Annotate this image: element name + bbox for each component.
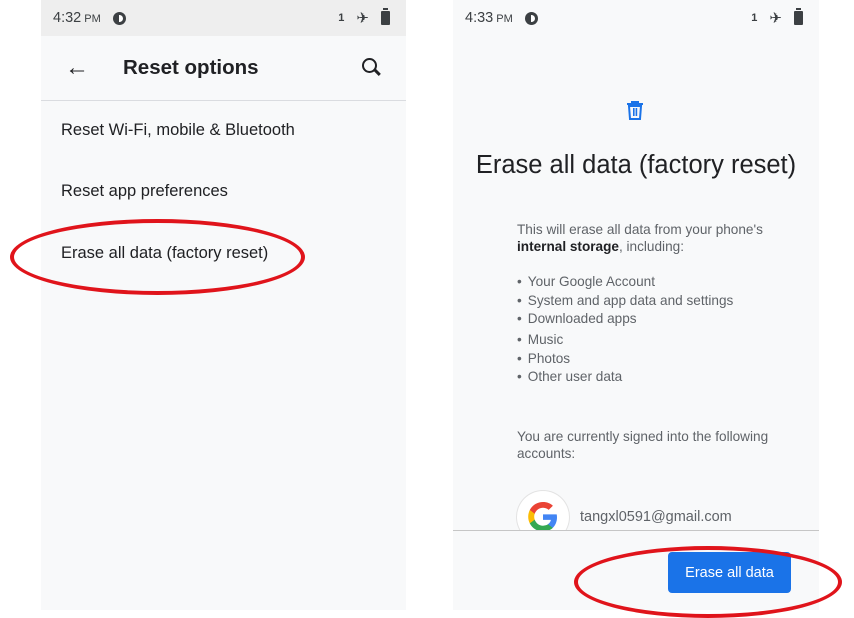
signed-in-notice: You are currently signed into the follow… — [517, 429, 769, 461]
menu-item-reset-app-preferences[interactable]: Reset app preferences — [61, 182, 228, 201]
erase-all-data-screen: 4:33 PM 1 ✈ Erase all data (factory reset… — [453, 0, 819, 610]
arrow-back-icon[interactable]: ← — [65, 54, 89, 82]
airplane-icon: ✈ — [356, 10, 369, 27]
page-title: Erase all data (factory reset) — [475, 151, 797, 179]
menu-item-erase-all-data[interactable]: Erase all data (factory reset) — [61, 244, 268, 263]
sim-indicator: 1 — [751, 12, 758, 24]
list-item: Music — [517, 331, 622, 350]
account-email: tangxl0591@gmail.com — [580, 509, 732, 525]
trash-icon — [627, 101, 643, 120]
status-bar: 4:32 PM 1 ✈ — [41, 0, 406, 36]
battery-icon — [381, 8, 390, 25]
battery-icon — [794, 8, 803, 25]
sim-indicator: 1 — [338, 12, 345, 24]
menu-item-reset-network[interactable]: Reset Wi-Fi, mobile & Bluetooth — [61, 121, 295, 140]
status-bar: 4:33 PM 1 ✈ — [453, 0, 819, 36]
list-item: Downloaded apps — [517, 310, 733, 329]
dnd-icon — [524, 11, 538, 25]
list-item: Photos — [517, 350, 622, 369]
reset-options-screen: 4:32 PM 1 ✈ ← Reset options Reset Wi-Fi, … — [41, 0, 406, 610]
status-time: 4:33 PM — [465, 10, 513, 26]
list-item: System and app data and settings — [517, 292, 734, 311]
search-icon[interactable] — [362, 58, 382, 78]
airplane-icon: ✈ — [769, 10, 782, 27]
erase-all-data-button[interactable]: Erase all data — [668, 552, 791, 593]
erase-items-list-continued: Music Photos Other user data — [517, 331, 622, 387]
dnd-icon — [112, 11, 126, 25]
page-title: Reset options — [123, 56, 259, 79]
erase-description: This will erase all data from your phone… — [517, 222, 763, 254]
list-item: Other user data — [517, 368, 622, 387]
list-item: Your Google Account — [517, 273, 733, 292]
status-time: 4:32 PM — [53, 10, 101, 26]
erase-items-list: Your Google Account System and app data … — [517, 273, 734, 329]
app-bar: ← Reset options — [41, 36, 406, 101]
